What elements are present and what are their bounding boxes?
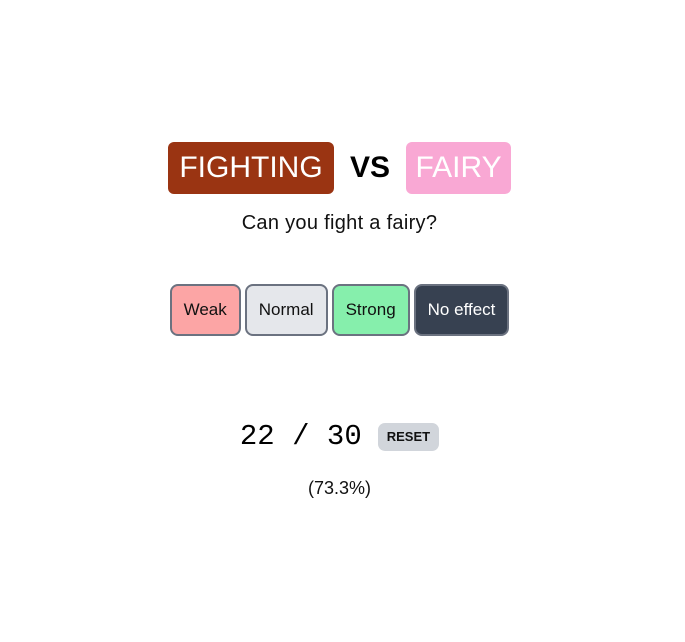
answer-buttons: Weak Normal Strong No effect xyxy=(0,284,679,336)
answer-weak-button[interactable]: Weak xyxy=(169,284,241,336)
score-counter: 22 / 30 xyxy=(239,420,362,453)
vs-label: VS xyxy=(349,151,391,184)
answer-strong-button[interactable]: Strong xyxy=(331,284,410,336)
attacker-type-badge: FIGHTING xyxy=(167,142,334,194)
reset-button[interactable]: RESET xyxy=(377,422,440,451)
answer-normal-button[interactable]: Normal xyxy=(244,284,328,336)
score-row: 22 / 30 RESET xyxy=(0,420,679,453)
answer-no-effect-button[interactable]: No effect xyxy=(413,284,510,336)
score-percent: (73.3%) xyxy=(307,478,372,498)
defender-type-badge: FAIRY xyxy=(406,142,512,194)
matchup-header: FIGHTING VS FAIRY xyxy=(0,142,679,194)
question-text: Can you fight a fairy? xyxy=(241,212,438,234)
